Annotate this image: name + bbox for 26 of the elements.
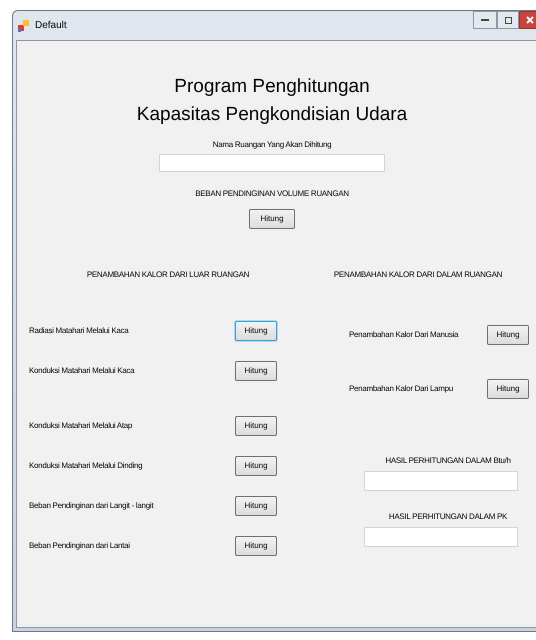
heading-text: Kapasitas Pengkondisian Udara [136, 103, 408, 127]
calculate-button[interactable]: Hitung [487, 379, 529, 399]
calculate-button[interactable]: Hitung [235, 361, 277, 381]
calculate-button[interactable]: Hitung [235, 321, 277, 341]
row-label: Konduksi Matahari Melalui Kaca [29, 365, 134, 377]
calculate-button[interactable]: Hitung [249, 209, 295, 229]
calculate-button[interactable]: Hitung [235, 496, 277, 516]
calculate-button[interactable]: Hitung [487, 325, 529, 345]
field-label: Nama Ruangan Yang Akan Dihitung [212, 139, 332, 151]
row-label: Penambahan Kalor Dari Manusia [349, 329, 458, 341]
calculate-button[interactable]: Hitung [235, 536, 277, 556]
calculate-button[interactable]: Hitung [235, 456, 277, 476]
section-label: PENAMBAHAN KALOR DARI LUAR RUANGAN [86, 269, 250, 281]
row-label: Beban Pendinginan dari Lantai [29, 540, 130, 552]
window-title: Default [35, 19, 67, 33]
heading-text: Program Penghitungan [174, 75, 370, 99]
row-label: Beban Pendinginan dari Langit - langit [29, 500, 154, 512]
row-label: Radiasi Matahari Melalui Kaca [29, 325, 128, 337]
row-label: Konduksi Matahari Melalui Atap [29, 420, 132, 432]
section-label: PENAMBAHAN KALOR DARI DALAM RUANGAN [334, 269, 502, 281]
row-label: Penambahan Kalor Dari Lampu [349, 383, 453, 395]
section-label: BEBAN PENDINGINAN VOLUME RUANGAN [195, 188, 349, 200]
result-label: HASIL PERHITUNGAN DALAM PK [388, 511, 508, 523]
calculate-button[interactable]: Hitung [235, 416, 277, 436]
row-label: Konduksi Matahari Melalui Dinding [29, 460, 142, 472]
result-label: HASIL PERHITUNGAN DALAM Btu/h [385, 455, 511, 467]
